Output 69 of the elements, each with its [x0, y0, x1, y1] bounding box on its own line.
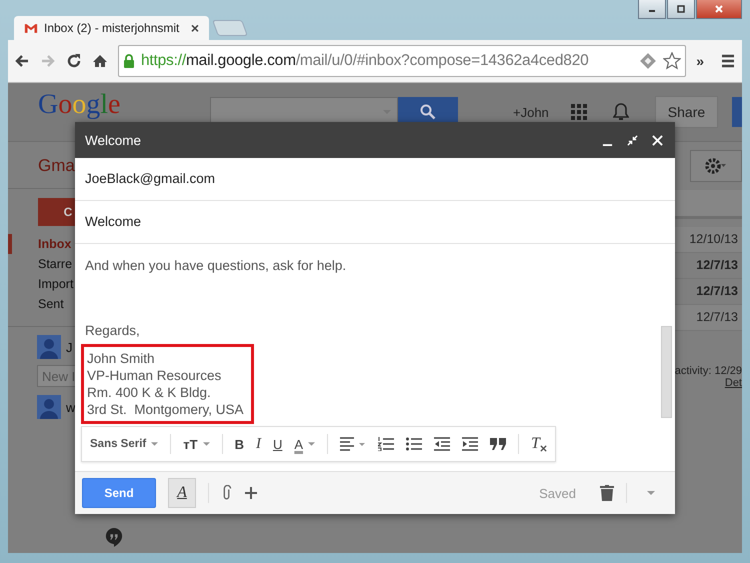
tab-title: Inbox (2) - misterjohnsmit — [44, 21, 180, 35]
pop-out-icon[interactable] — [627, 134, 638, 146]
star-icon[interactable] — [663, 52, 682, 70]
tab-close-button[interactable]: × — [190, 20, 199, 36]
share-button[interactable]: Share — [654, 96, 718, 128]
signature-line: John Smith — [87, 350, 156, 367]
contact-avatar-icon — [37, 395, 61, 419]
gear-icon — [705, 157, 727, 175]
contact-avatar-icon — [37, 335, 61, 359]
font-size-button[interactable]: ᴛT — [183, 436, 210, 452]
diamond-icon[interactable] — [639, 52, 658, 70]
paperclip-icon[interactable] — [221, 485, 233, 501]
scrollbar-thumb[interactable] — [661, 326, 672, 418]
close-icon — [714, 4, 724, 14]
caret-icon — [202, 442, 210, 446]
bold-button[interactable]: B — [234, 436, 244, 452]
minimize-button[interactable] — [638, 0, 666, 19]
home-icon[interactable] — [92, 53, 108, 69]
plus-icon[interactable] — [245, 485, 257, 501]
signature-line: 3rd St. Montgomery, USA — [87, 401, 244, 418]
subject-field[interactable]: Welcome — [75, 201, 675, 244]
account-link[interactable]: +John — [513, 104, 549, 120]
close-button[interactable] — [696, 0, 742, 19]
quote-icon[interactable] — [490, 437, 506, 451]
formatting-options-button[interactable]: A — [168, 478, 196, 508]
underline-button[interactable]: U — [272, 436, 282, 452]
maximize-icon — [676, 4, 686, 14]
remove-formatting-button[interactable]: T — [531, 435, 547, 453]
google-logo: Google — [38, 90, 122, 120]
to-field[interactable]: JoeBlack@gmail.com — [75, 158, 675, 201]
text-color-button[interactable]: A — [294, 436, 316, 452]
lock-icon — [123, 54, 135, 68]
search-icon — [420, 104, 436, 120]
saved-status: Saved — [539, 486, 576, 500]
italic-button[interactable]: I — [256, 436, 261, 452]
cross-icon — [540, 444, 547, 452]
back-icon[interactable] — [14, 53, 30, 69]
settings-button[interactable] — [690, 150, 742, 182]
maximize-button[interactable] — [667, 0, 695, 19]
numbered-list-icon[interactable] — [378, 437, 394, 451]
caret-icon — [151, 442, 158, 446]
activity-text: activity: 12/29 — [674, 365, 742, 377]
contact-name[interactable]: w — [66, 400, 76, 414]
browser-tab[interactable]: Inbox (2) - misterjohnsmit × — [14, 16, 209, 40]
reload-icon[interactable] — [66, 53, 82, 69]
hangouts-icon[interactable] — [105, 527, 123, 547]
indent-more-icon[interactable] — [462, 437, 478, 451]
font-select[interactable]: Sans Serif — [90, 438, 158, 450]
bell-icon[interactable] — [612, 103, 629, 121]
mail-icon — [24, 22, 38, 34]
signature-line: VP-Human Resources — [87, 367, 222, 384]
trash-icon[interactable] — [600, 485, 614, 501]
details-link[interactable]: Det — [724, 377, 742, 389]
app-label: Gma — [38, 156, 75, 176]
indent-less-icon[interactable] — [434, 437, 450, 451]
caret-icon — [308, 442, 316, 446]
compose-title: Welcome — [85, 132, 142, 148]
overflow-chevron[interactable]: » — [696, 53, 704, 69]
bulleted-list-icon[interactable] — [406, 437, 422, 451]
contact-name[interactable]: J — [66, 340, 72, 354]
body-text: Regards, — [84, 323, 140, 338]
address-bar[interactable]: https://mail.google.com/mail/u/0/#inbox?compose=14362a4ced820 — [118, 45, 686, 77]
close-icon[interactable] — [652, 134, 663, 146]
body-text: And when you have questions, ask for help. — [84, 258, 346, 273]
menu-icon[interactable] — [720, 53, 736, 69]
apps-icon[interactable] — [570, 104, 587, 120]
align-icon[interactable] — [340, 437, 366, 451]
more-options-icon[interactable] — [647, 491, 655, 495]
signature-line: Rm. 400 K & K Bldg. — [87, 384, 212, 401]
